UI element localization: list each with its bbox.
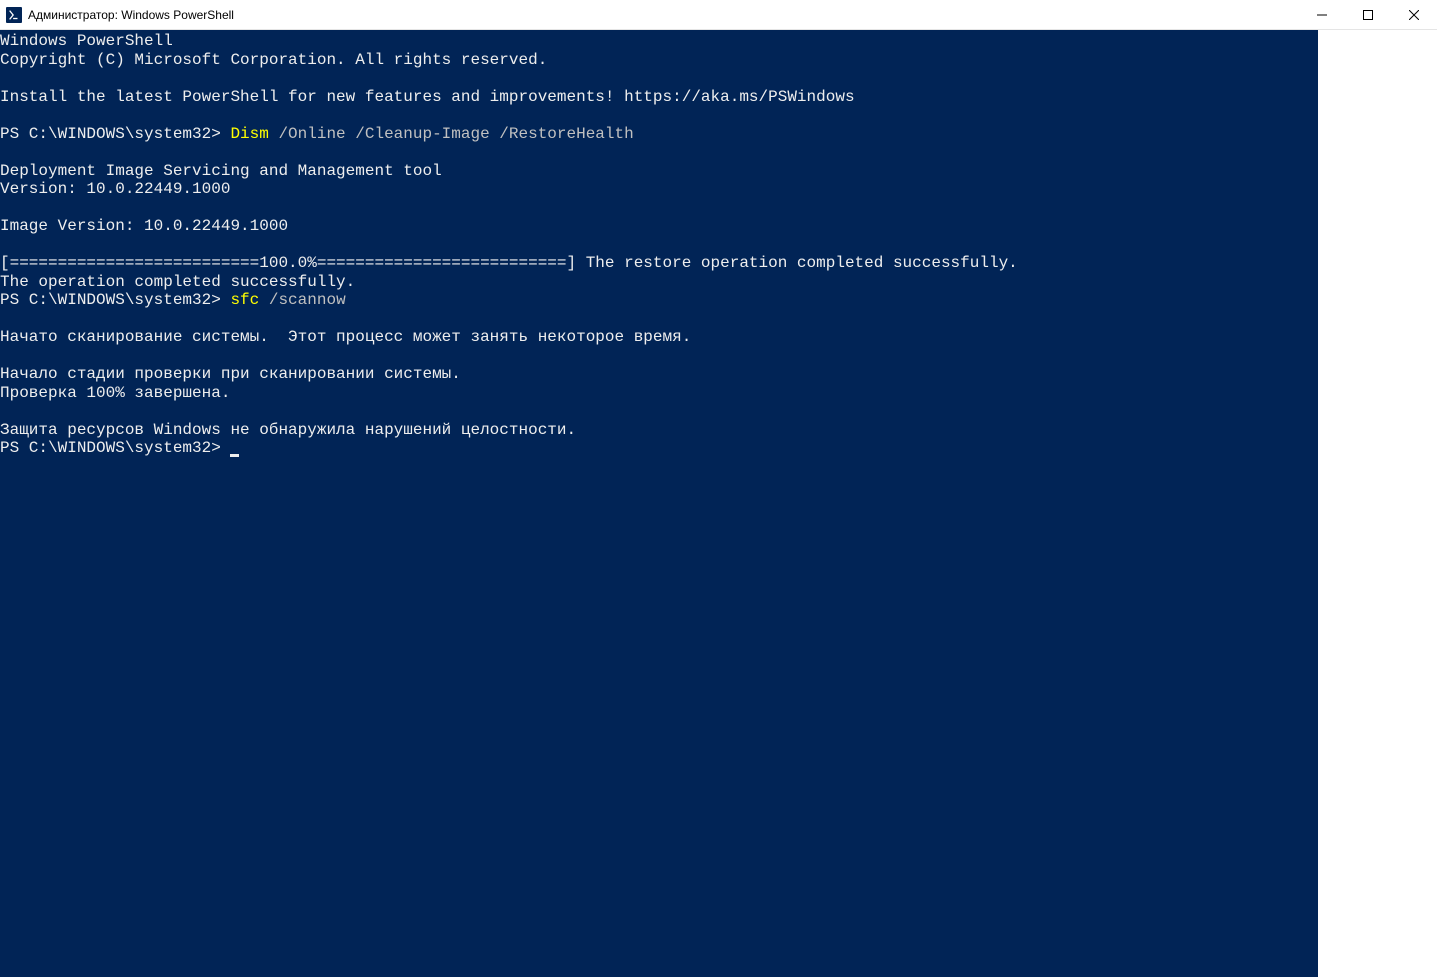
output-line: Windows PowerShell — [0, 32, 173, 50]
output-line: Image Version: 10.0.22449.1000 — [0, 217, 288, 235]
output-line: Защита ресурсов Windows не обнаружила на… — [0, 421, 576, 439]
output-line: Install the latest PowerShell for new fe… — [0, 88, 855, 106]
minimize-button[interactable] — [1299, 0, 1345, 30]
prompt-line: PS C:\WINDOWS\system32> Dism /Online /Cl… — [0, 125, 634, 143]
minimize-icon — [1317, 10, 1327, 20]
output-line: Deployment Image Servicing and Managemen… — [0, 162, 442, 180]
output-line: Проверка 100% завершена. — [0, 384, 230, 402]
close-button[interactable] — [1391, 0, 1437, 30]
command-name: sfc — [230, 291, 259, 309]
output-line: The operation completed successfully. — [0, 273, 355, 291]
maximize-button[interactable] — [1345, 0, 1391, 30]
prompt-prefix: PS C:\WINDOWS\system32> — [0, 291, 230, 309]
prompt-line: PS C:\WINDOWS\system32> — [0, 439, 239, 457]
output-line: Начато сканирование системы. Этот процес… — [0, 328, 691, 346]
titlebar-left: Администратор: Windows PowerShell — [0, 7, 234, 23]
titlebar[interactable]: Администратор: Windows PowerShell — [0, 0, 1437, 30]
terminal-output[interactable]: Windows PowerShell Copyright (C) Microso… — [0, 30, 1318, 977]
window-title: Администратор: Windows PowerShell — [28, 8, 234, 22]
window-controls — [1299, 0, 1437, 29]
output-line: Начало стадии проверки при сканировании … — [0, 365, 461, 383]
prompt-prefix: PS C:\WINDOWS\system32> — [0, 439, 230, 457]
output-line: [==========================100.0%=======… — [0, 254, 1018, 272]
maximize-icon — [1363, 10, 1373, 20]
powershell-icon — [6, 7, 22, 23]
prompt-prefix: PS C:\WINDOWS\system32> — [0, 125, 230, 143]
output-line: Copyright (C) Microsoft Corporation. All… — [0, 51, 547, 69]
cursor — [230, 454, 239, 457]
command-name: Dism — [230, 125, 268, 143]
prompt-line: PS C:\WINDOWS\system32> sfc /scannow — [0, 291, 346, 309]
output-line: Version: 10.0.22449.1000 — [0, 180, 230, 198]
command-args: /Online /Cleanup-Image /RestoreHealth — [269, 125, 634, 143]
command-args: /scannow — [259, 291, 345, 309]
close-icon — [1409, 10, 1419, 20]
